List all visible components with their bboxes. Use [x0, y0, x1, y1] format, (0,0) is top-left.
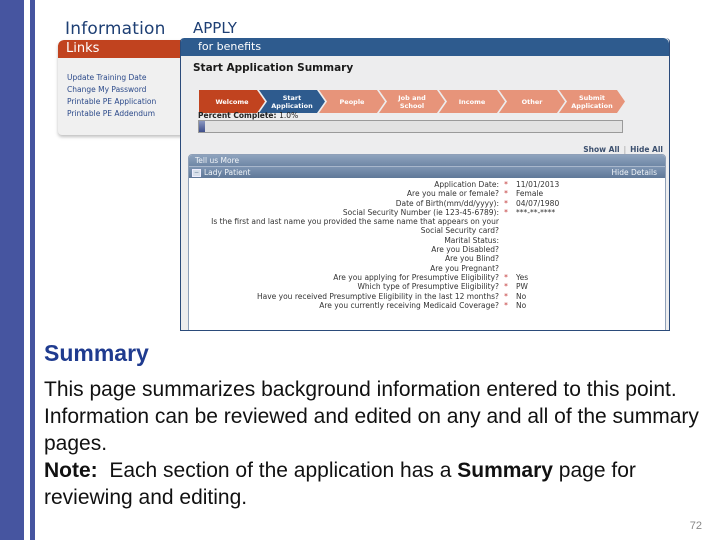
required-marker [499, 245, 513, 254]
answer-value [513, 264, 665, 273]
summary-rows: Application Date: * 11/01/2013 Are you male… [189, 178, 665, 310]
required-marker: * [504, 272, 508, 282]
step-navigation: Welcome Start Application People Job and… [199, 90, 619, 113]
question-label: Application Date: [434, 180, 499, 189]
summary-row: Are you male or female? * Female [189, 189, 665, 198]
apply-title: APPLY [193, 19, 237, 37]
information-title: Information [65, 19, 166, 39]
answer-value: ***-**-**** [516, 207, 556, 217]
required-marker [499, 264, 513, 273]
link-printable-pe-addendum[interactable]: Printable PE Addendum [67, 108, 186, 120]
answer-value: 04/07/1980 [516, 198, 560, 208]
step-start-application[interactable]: Start Application [259, 90, 325, 113]
answer-value [513, 254, 665, 263]
page-title: Start Application Summary [193, 62, 354, 74]
summary-row: Marital Status: [189, 236, 665, 245]
slide-heading: Summary [44, 340, 149, 366]
percent-complete-label: Percent Complete: 1.0% [198, 111, 298, 120]
summary-row: Is the first and last name you provided … [189, 217, 665, 236]
link-update-training-date[interactable]: Update Training Date [67, 72, 186, 84]
step-income[interactable]: Income [439, 90, 505, 113]
required-marker [499, 217, 513, 236]
summary-row: Date of Birth(mm/dd/yyyy): * 04/07/1980 [189, 199, 665, 208]
question-label: Are you applying for Presumptive Eligibi… [333, 272, 499, 282]
link-change-password[interactable]: Change My Password [67, 84, 186, 96]
summary-row: Social Security Number (ie 123-45-6789):… [189, 208, 665, 217]
link-printable-pe-application[interactable]: Printable PE Application [67, 96, 186, 108]
collapse-icon[interactable]: − [192, 168, 201, 177]
progress-fill [199, 121, 205, 132]
answer-value [513, 236, 665, 245]
step-welcome[interactable]: Welcome [199, 90, 265, 113]
question-label: Are you Blind? [444, 254, 499, 264]
progress-bar [198, 120, 623, 133]
answer-value: PW [516, 282, 528, 292]
section-header: Tell us More [189, 155, 665, 166]
slide-body-text: This page summarizes background informat… [44, 378, 699, 455]
required-marker [499, 236, 513, 245]
note-label: Note: [44, 459, 98, 482]
percent-complete-text: Percent Complete: [198, 111, 277, 120]
apply-panel: for benefits Start Application Summary W… [180, 38, 670, 331]
summary-row: Have you received Presumptive Eligibilit… [189, 292, 665, 301]
links-list: Update Training Date Change My Password … [58, 58, 186, 120]
person-header: − Lady Patient Hide Details [189, 166, 665, 178]
question-label: Are you male or female? [406, 189, 499, 199]
tell-us-more-section: Tell us More − Lady Patient Hide Details… [188, 154, 666, 330]
slide-accent-bar [0, 0, 24, 540]
show-all-link[interactable]: Show All [583, 145, 619, 154]
summary-row: Are you Blind? [189, 254, 665, 263]
answer-value: Female [516, 189, 544, 199]
summary-row: Which type of Presumptive Eligibility? * P… [189, 282, 665, 291]
question-label: Which type of Presumptive Eligibility? [357, 282, 499, 292]
question-label: Are you Disabled? [431, 245, 499, 255]
question-label: Marital Status: [444, 235, 499, 245]
required-marker: * [504, 300, 508, 310]
links-header: Links [58, 40, 186, 58]
summary-row: Are you Pregnant? [189, 264, 665, 273]
links-panel: Links Update Training Date Change My Pas… [58, 40, 186, 135]
question-label: Are you Pregnant? [430, 263, 499, 273]
step-submit-application[interactable]: Submit Application [559, 90, 625, 113]
answer-value: Yes [516, 272, 529, 282]
slide-body: This page summarizes background informat… [44, 376, 714, 511]
required-marker: * [504, 198, 508, 208]
slide-accent-line [30, 0, 35, 540]
answer-value [513, 245, 665, 254]
show-hide-controls: Show All | Hide All [583, 145, 663, 154]
percent-complete-value: 1.0% [279, 111, 299, 120]
page-number: 72 [689, 520, 702, 532]
question-label: Is the first and last name you provided … [211, 217, 499, 236]
summary-row: Are you applying for Presumptive Eligibi… [189, 273, 665, 282]
question-label: Social Security Number (ie 123-45-6789): [342, 207, 499, 217]
step-people[interactable]: People [319, 90, 385, 113]
required-marker: * [504, 291, 508, 301]
note-bold: Summary [457, 459, 553, 482]
question-label: Are you currently receiving Medicaid Cov… [319, 300, 499, 310]
hide-details-link[interactable]: Hide Details [612, 168, 657, 177]
question-label: Date of Birth(mm/dd/yyyy): [395, 198, 499, 208]
summary-row: Application Date: * 11/01/2013 [189, 180, 665, 189]
required-marker: * [504, 180, 508, 189]
note-text: Each section of the application has a [97, 459, 458, 482]
hide-all-link[interactable]: Hide All [630, 145, 663, 154]
answer-value [513, 217, 665, 236]
step-job-and-school[interactable]: Job and School [379, 90, 445, 113]
apply-header: for benefits [181, 38, 669, 56]
person-name: Lady Patient [204, 168, 251, 177]
step-other[interactable]: Other [499, 90, 565, 113]
answer-value: No [516, 300, 527, 310]
summary-row: Are you currently receiving Medicaid Cov… [189, 301, 665, 310]
separator: | [623, 145, 627, 154]
required-marker [499, 254, 513, 263]
required-marker: * [504, 189, 508, 199]
required-marker: * [504, 207, 508, 217]
answer-value: 11/01/2013 [516, 180, 560, 189]
required-marker: * [504, 282, 508, 292]
question-label: Have you received Presumptive Eligibilit… [256, 291, 499, 301]
summary-row: Are you Disabled? [189, 245, 665, 254]
answer-value: No [516, 291, 527, 301]
